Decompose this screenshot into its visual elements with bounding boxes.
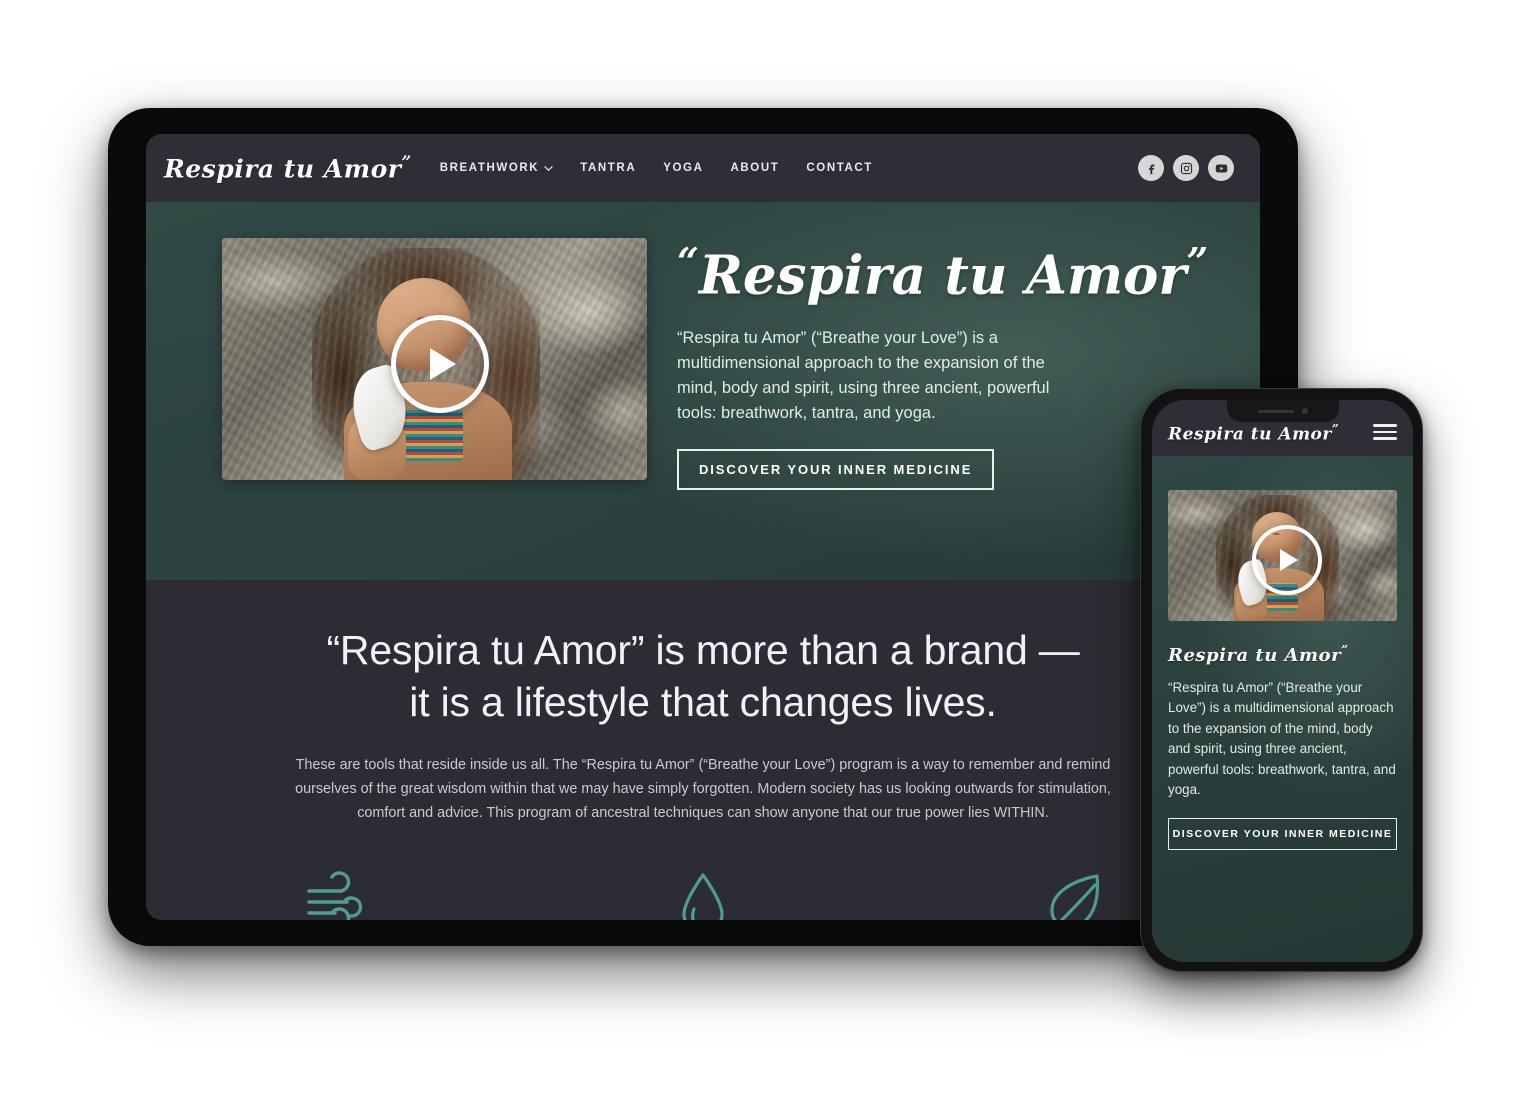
instagram-link[interactable] <box>1173 155 1199 181</box>
instagram-icon <box>1180 162 1192 174</box>
social-links <box>1138 155 1234 181</box>
phone-discover-your-inner-medicine-button[interactable]: DISCOVER YOUR INNER MEDICINE <box>1168 818 1397 851</box>
nav-item-breathwork[interactable]: BREATHWORK <box>440 162 553 174</box>
facebook-icon <box>1148 164 1154 174</box>
youtube-link[interactable] <box>1208 155 1234 181</box>
hero-paragraph: “Respira tu Amor” (“Breathe your Love”) … <box>677 329 1050 422</box>
phone-play-icon[interactable] <box>1251 524 1322 595</box>
hamburger-bar-1 <box>1373 424 1397 427</box>
phone-play-triangle <box>1280 548 1298 571</box>
site-logo-text: Respira tu Amor <box>164 154 402 184</box>
nav-item-about-label: ABOUT <box>730 162 780 174</box>
feature-breathwork[interactable]: Breathwork <box>146 871 517 920</box>
nav-item-tantra-label: TANTRA <box>580 162 637 174</box>
hamburger-bar-2 <box>1373 430 1397 434</box>
section-headline-line1: “Respira tu Amor” is more than a brand — <box>326 627 1080 673</box>
nav-item-contact-label: CONTACT <box>806 162 873 174</box>
phone-site-logo-quote: ” <box>1331 421 1340 436</box>
front-camera-icon <box>1301 408 1308 414</box>
phone-hero-script-text: Respira tu Amor <box>1168 645 1342 666</box>
phone-device-frame: Respira tu Amor” Respira tu Amor” “Respi… <box>1140 388 1423 972</box>
hero-section: “Respira tu Amor” “Respira tu Amor” (“Br… <box>146 202 1260 580</box>
water-drop-icon <box>682 873 724 920</box>
hero-title: “Respira tu Amor” <box>677 239 1208 304</box>
nav-item-contact[interactable]: CONTACT <box>806 162 873 174</box>
earpiece-speaker <box>1257 409 1294 413</box>
play-triangle <box>430 348 456 380</box>
wind-icon <box>306 871 362 920</box>
feature-tantra[interactable]: Tantra <box>517 871 888 920</box>
tablet-device-frame: Respira tu Amor” BREATHWORK TANTRA YOGA … <box>108 108 1298 946</box>
hero-title-open-quote: “ <box>677 239 699 284</box>
tablet-screen: Respira tu Amor” BREATHWORK TANTRA YOGA … <box>146 134 1260 920</box>
site-header: Respira tu Amor” BREATHWORK TANTRA YOGA … <box>146 134 1260 202</box>
primary-navigation: BREATHWORK TANTRA YOGA ABOUT CONTACT <box>440 162 873 174</box>
nav-item-about[interactable]: ABOUT <box>730 162 779 174</box>
hamburger-bar-3 <box>1373 437 1397 440</box>
nav-item-yoga-label: YOGA <box>663 162 704 174</box>
mockup-canvas: Respira tu Amor” BREATHWORK TANTRA YOGA … <box>0 0 1536 1098</box>
phone-video-thumbnail[interactable] <box>1168 490 1397 621</box>
hamburger-menu-icon[interactable] <box>1373 424 1397 440</box>
site-logo-quote: ” <box>401 152 412 173</box>
section-body-text: These are tools that reside inside us al… <box>295 757 1111 821</box>
youtube-icon <box>1215 163 1227 173</box>
phone-hero-section: Respira tu Amor” “Respira tu Amor” (“Bre… <box>1152 456 1413 962</box>
site-logo[interactable]: Respira tu Amor” <box>164 153 412 183</box>
discover-your-inner-medicine-button[interactable]: DISCOVER YOUR INNER MEDICINE <box>677 449 995 491</box>
leaf-icon <box>1050 874 1100 920</box>
brand-statement-section: “Respira tu Amor” is more than a brand —… <box>146 580 1260 920</box>
section-headline: “Respira tu Amor” is more than a brand —… <box>308 624 1098 728</box>
phone-hero-script-quote: ” <box>1341 643 1349 657</box>
phone-site-logo-text: Respira tu Amor <box>1168 424 1332 445</box>
nav-item-yoga[interactable]: YOGA <box>663 162 703 174</box>
hero-video-thumbnail[interactable] <box>222 238 647 480</box>
hero-title-text: Respira tu Amor <box>698 244 1187 307</box>
nav-item-tantra[interactable]: TANTRA <box>580 162 636 174</box>
phone-hero-script-heading: Respira tu Amor” <box>1168 643 1397 666</box>
facebook-link[interactable] <box>1138 155 1164 181</box>
feature-list: Breathwork Tantra Yo <box>146 871 1260 920</box>
phone-screen: Respira tu Amor” Respira tu Amor” “Respi… <box>1152 400 1413 962</box>
phone-hero-paragraph: “Respira tu Amor” (“Breathe your Love”) … <box>1168 680 1396 797</box>
play-icon[interactable] <box>390 315 489 413</box>
chevron-down-icon <box>544 165 553 171</box>
section-headline-line2: it is a lifestyle that changes lives. <box>409 679 997 726</box>
hero-title-close-quote: ” <box>1186 239 1209 284</box>
phone-notch <box>1226 400 1339 422</box>
hero-content: “Respira tu Amor” “Respira tu Amor” (“Br… <box>677 238 1208 491</box>
nav-item-breathwork-label: BREATHWORK <box>439 162 540 174</box>
